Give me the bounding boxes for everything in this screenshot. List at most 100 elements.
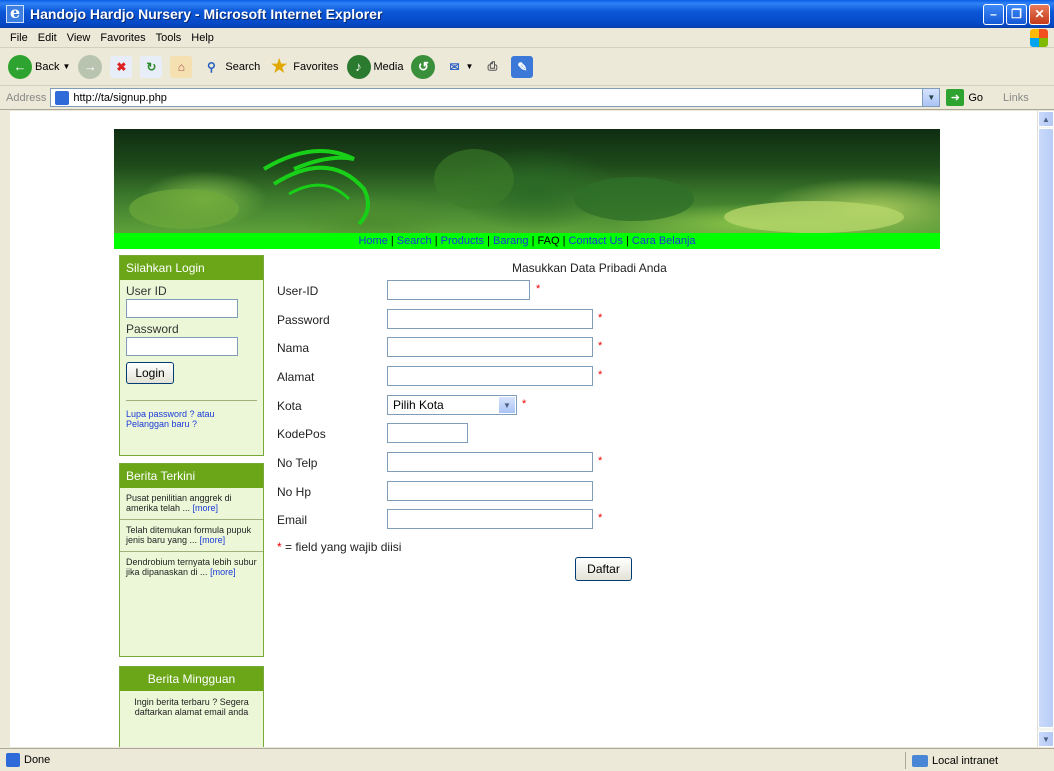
address-bar: Address http://ta/signup.php ▼ ➜ Go Link… <box>0 86 1054 110</box>
print-button[interactable]: ⎙ <box>481 56 503 78</box>
edit-button[interactable]: ✎ <box>511 55 534 78</box>
email-input[interactable] <box>387 509 593 529</box>
minimize-button[interactable]: – <box>983 3 1004 25</box>
page-viewport: Home | Search | Products | Barang | FAQ … <box>0 111 1054 747</box>
userid-field-label: User-ID <box>277 284 319 298</box>
news-panel: Berita Terkini Pusat penilitian anggrek … <box>119 463 264 657</box>
daftar-button[interactable]: Daftar <box>575 557 632 581</box>
nama-field-label: Nama <box>277 341 310 355</box>
printer-icon: ⎙ <box>487 59 498 73</box>
history-button[interactable]: ↺ <box>411 54 436 79</box>
star-icon: ★ <box>271 56 288 76</box>
kodepos-input[interactable] <box>387 423 468 443</box>
nav-barang[interactable]: Barang <box>493 235 528 247</box>
weekly-news-panel: Berita Mingguan Ingin berita terbaru ? S… <box>119 666 264 747</box>
stop-button[interactable]: ✖ <box>110 55 133 78</box>
password-label: Password <box>126 322 179 336</box>
nama-input[interactable] <box>387 337 593 357</box>
news-item: Pusat penilitian anggrek di amerika tela… <box>120 488 263 520</box>
mail-icon: ✉ <box>449 59 460 74</box>
home-icon: ⌂ <box>170 55 193 78</box>
menu-view[interactable]: View <box>67 32 91 44</box>
required-mark: * <box>598 312 603 324</box>
forgot-password-link[interactable]: Lupa password ? atau <box>126 409 215 419</box>
forward-button[interactable]: → <box>78 54 103 79</box>
nohp-field-label: No Hp <box>277 485 312 499</box>
alamat-input[interactable] <box>387 366 593 386</box>
password-input[interactable] <box>387 309 593 329</box>
nav-home[interactable]: Home <box>358 235 387 247</box>
nav-search[interactable]: Search <box>397 235 432 247</box>
required-mark: * <box>598 369 603 381</box>
kota-select[interactable]: Pilih Kota ▼ <box>387 395 517 415</box>
links-button[interactable]: Links <box>1003 92 1029 104</box>
userid-label: User ID <box>126 284 167 298</box>
required-note: * = field yang wajib diisi <box>277 540 402 554</box>
stop-icon: ✖ <box>110 55 133 78</box>
new-customer-link[interactable]: Pelanggan baru ? <box>126 419 197 429</box>
search-icon: ⚲ <box>206 59 216 74</box>
news-more-link[interactable]: [more] <box>193 503 219 513</box>
required-mark: * <box>522 398 527 410</box>
required-mark: * <box>536 283 541 295</box>
nav-faq[interactable]: FAQ <box>538 235 560 247</box>
toolbar: ← Back ▼ → ✖ ↻ ⌂ ⚲ Search ★ Favorites ♪ … <box>0 48 1054 86</box>
userid-input[interactable] <box>387 280 530 300</box>
history-icon: ↺ <box>411 54 436 79</box>
form-title: Masukkan Data Pribadi Anda <box>512 261 667 275</box>
nursery-banner-image <box>114 129 940 233</box>
refresh-button[interactable]: ↻ <box>140 55 163 78</box>
kota-field-label: Kota <box>277 399 302 413</box>
login-password-input[interactable] <box>126 337 238 356</box>
menu-bar: File Edit View Favorites Tools Help <box>0 28 1054 48</box>
password-field-label: Password <box>277 313 330 327</box>
go-arrow-icon: ➜ <box>946 89 965 106</box>
mail-button[interactable]: ✉ ▼ <box>443 56 473 78</box>
media-button[interactable]: ♪ Media <box>346 54 403 79</box>
vertical-scrollbar[interactable]: ▲ ▼ <box>1037 111 1054 747</box>
status-bar: Done Local intranet <box>0 748 1054 771</box>
title-bar: Handojo Hardjo Nursery - Microsoft Inter… <box>0 0 1054 28</box>
nohp-input[interactable] <box>387 481 593 501</box>
news-more-link[interactable]: [more] <box>200 535 226 545</box>
media-icon: ♪ <box>346 54 371 79</box>
kota-selected: Pilih Kota <box>393 398 444 412</box>
login-userid-input[interactable] <box>126 299 238 318</box>
address-url: http://ta/signup.php <box>73 91 167 104</box>
zone-label: Local intranet <box>932 754 999 767</box>
scroll-thumb[interactable] <box>1038 128 1054 728</box>
go-button[interactable]: ➜ Go <box>946 89 983 106</box>
edit-icon: ✎ <box>511 55 534 78</box>
home-button[interactable]: ⌂ <box>170 55 193 78</box>
page-icon <box>55 90 70 105</box>
menu-help[interactable]: Help <box>191 32 214 44</box>
back-button[interactable]: ← Back ▼ <box>8 54 70 79</box>
nav-products[interactable]: Products <box>441 235 484 247</box>
notelp-field-label: No Telp <box>277 456 318 470</box>
search-button[interactable]: ⚲ Search <box>200 56 260 78</box>
menu-file[interactable]: File <box>10 32 28 44</box>
menu-edit[interactable]: Edit <box>38 32 57 44</box>
news-more-link[interactable]: [more] <box>210 567 236 577</box>
news-header: Berita Terkini <box>120 464 263 488</box>
alamat-field-label: Alamat <box>277 370 315 384</box>
notelp-input[interactable] <box>387 452 593 472</box>
address-label: Address <box>6 91 47 104</box>
login-button[interactable]: Login <box>126 362 174 384</box>
weekly-text: Ingin berita terbaru ? Segera daftarkan … <box>134 697 249 717</box>
address-input[interactable]: http://ta/signup.php ▼ <box>50 88 941 107</box>
menu-favorites[interactable]: Favorites <box>100 32 145 44</box>
nav-contact-us[interactable]: Contact Us <box>569 235 623 247</box>
scroll-up-icon[interactable]: ▲ <box>1038 111 1054 127</box>
maximize-button[interactable]: ❐ <box>1006 3 1027 25</box>
scroll-down-icon[interactable]: ▼ <box>1038 731 1054 747</box>
login-header: Silahkan Login <box>120 256 263 280</box>
refresh-icon: ↻ <box>140 55 163 78</box>
chevron-down-icon[interactable]: ▼ <box>499 397 515 413</box>
close-button[interactable]: ✕ <box>1029 3 1050 25</box>
chevron-down-icon[interactable]: ▼ <box>922 89 940 106</box>
favorites-button[interactable]: ★ Favorites <box>268 56 338 78</box>
menu-tools[interactable]: Tools <box>156 32 182 44</box>
weekly-header: Berita Mingguan <box>120 667 263 691</box>
nav-cara-belanja[interactable]: Cara Belanja <box>632 235 696 247</box>
